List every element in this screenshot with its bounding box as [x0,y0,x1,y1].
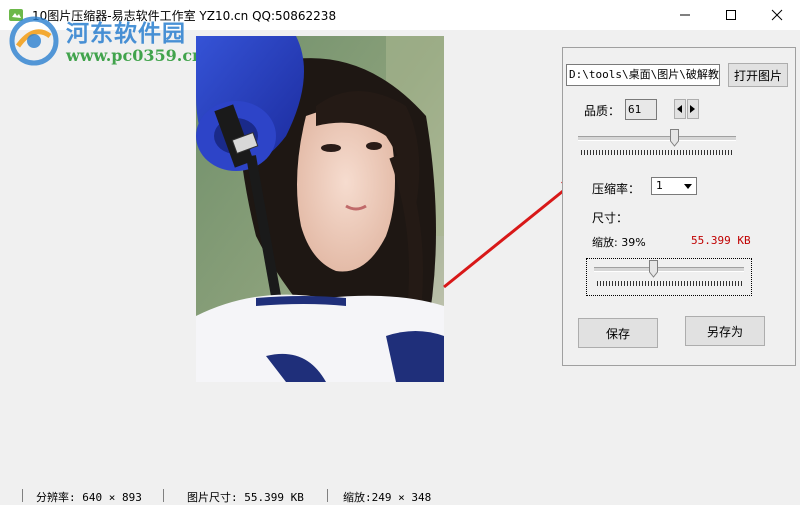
photo-preview [196,36,444,382]
status-separator [163,489,164,502]
status-image-size: 图片尺寸: 55.399 KB [187,491,304,504]
size-label: 尺寸： [592,211,629,225]
caret-right-icon [690,105,695,113]
status-resolution: 分辨率: 640 × 893 [36,491,142,504]
app-icon [9,9,23,21]
minimize-button[interactable] [662,0,708,30]
zoom-slider-ticks [597,281,743,286]
quality-label: 品质： [584,104,621,118]
close-icon [771,9,783,21]
quality-slider-track [578,136,736,141]
maximize-icon [726,10,736,20]
save-as-button[interactable]: 另存为 [685,316,765,346]
quality-slider-ticks [581,150,733,155]
compress-select-value: 1 [656,179,663,192]
caret-left-icon [677,105,682,113]
quality-field[interactable]: 61 [625,99,657,120]
zoom-label: 缩放: 39% [592,236,646,249]
chevron-down-icon [680,178,696,194]
compress-select[interactable]: 1 [651,177,697,195]
status-separator [22,489,23,502]
quality-decrease-button[interactable] [674,99,686,119]
photo-image [196,36,444,382]
quality-increase-button[interactable] [687,99,699,119]
file-size-value: 55.399 KB [691,234,751,247]
compress-label: 压缩率： [592,182,641,196]
control-panel: D:\tools\桌面\图片\破解教程 打开图片 品质： 61 压缩率： 1 尺… [562,47,796,366]
open-image-button[interactable]: 打开图片 [728,63,788,87]
title-bar: 10图片压缩器-易志软件工作室 YZ10.cn QQ:50862238 [0,0,800,30]
save-button[interactable]: 保存 [578,318,658,348]
window-title: 10图片压缩器-易志软件工作室 YZ10.cn QQ:50862238 [32,9,337,23]
status-zoom: 缩放:249 × 348 [343,491,432,504]
watermark-url: www.pc0359.cn [66,46,204,65]
minimize-icon [680,14,690,16]
status-separator [327,489,328,502]
zoom-slider[interactable] [586,258,752,296]
maximize-button[interactable] [708,0,754,30]
zoom-slider-thumb[interactable] [648,260,658,278]
close-button[interactable] [754,0,800,30]
status-bar: 分辨率: 640 × 893 图片尺寸: 55.399 KB 缩放:249 × … [0,486,800,505]
quality-slider-thumb[interactable] [670,129,680,147]
path-field[interactable]: D:\tools\桌面\图片\破解教程 [566,64,720,86]
zoom-slider-track [594,267,744,272]
